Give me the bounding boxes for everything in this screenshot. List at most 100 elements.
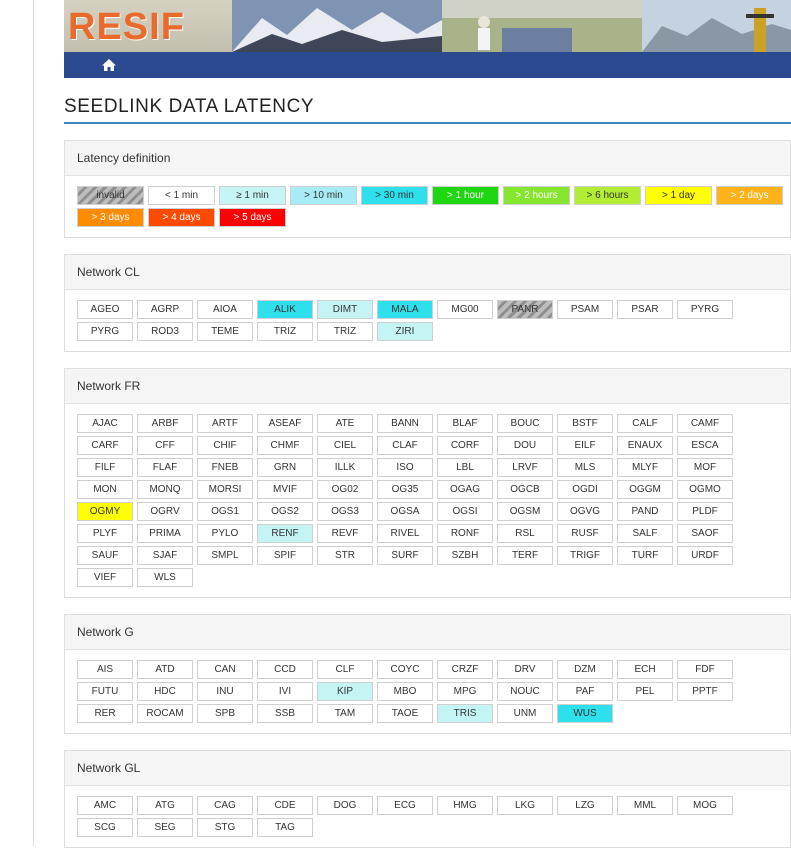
station-cell[interactable]: SPB <box>197 704 253 723</box>
station-cell[interactable]: TAG <box>257 818 313 837</box>
station-cell[interactable]: BANN <box>377 414 433 433</box>
station-cell[interactable]: OGSI <box>437 502 493 521</box>
station-cell[interactable]: SAOF <box>677 524 733 543</box>
station-cell[interactable]: ATD <box>137 660 193 679</box>
home-icon[interactable] <box>100 56 118 74</box>
station-cell[interactable]: LRVF <box>497 458 553 477</box>
station-cell[interactable]: SCG <box>77 818 133 837</box>
station-cell[interactable]: ROCAM <box>137 704 193 723</box>
station-cell[interactable]: AJAC <box>77 414 133 433</box>
station-cell[interactable]: OGS1 <box>197 502 253 521</box>
station-cell[interactable]: FNEB <box>197 458 253 477</box>
station-cell[interactable]: REVF <box>317 524 373 543</box>
station-cell[interactable]: RSL <box>497 524 553 543</box>
station-cell[interactable]: SZBH <box>437 546 493 565</box>
station-cell[interactable]: PAND <box>617 502 673 521</box>
station-cell[interactable]: RENF <box>257 524 313 543</box>
station-cell[interactable]: TEME <box>197 322 253 341</box>
station-cell[interactable]: EILF <box>557 436 613 455</box>
station-cell[interactable]: CHIF <box>197 436 253 455</box>
station-cell[interactable]: CLAF <box>377 436 433 455</box>
station-cell[interactable]: ARBF <box>137 414 193 433</box>
station-cell[interactable]: UNM <box>497 704 553 723</box>
station-cell[interactable]: PRIMA <box>137 524 193 543</box>
station-cell[interactable]: OGMO <box>677 480 733 499</box>
station-cell[interactable]: DOU <box>497 436 553 455</box>
station-cell[interactable]: RER <box>77 704 133 723</box>
station-cell[interactable]: AGEO <box>77 300 133 319</box>
station-cell[interactable]: COYC <box>377 660 433 679</box>
station-cell[interactable]: INU <box>197 682 253 701</box>
station-cell[interactable]: CDE <box>257 796 313 815</box>
station-cell[interactable]: CAG <box>197 796 253 815</box>
station-cell[interactable]: BOUC <box>497 414 553 433</box>
station-cell[interactable]: ATE <box>317 414 373 433</box>
station-cell[interactable]: ASEAF <box>257 414 313 433</box>
station-cell[interactable]: OGDI <box>557 480 613 499</box>
station-cell[interactable]: FUTU <box>77 682 133 701</box>
station-cell[interactable]: SEG <box>137 818 193 837</box>
station-cell[interactable]: TERF <box>497 546 553 565</box>
station-cell[interactable]: STG <box>197 818 253 837</box>
station-cell[interactable]: HMG <box>437 796 493 815</box>
station-cell[interactable]: FILF <box>77 458 133 477</box>
resif-logo[interactable]: RESIF <box>68 6 185 49</box>
station-cell[interactable]: RUSF <box>557 524 613 543</box>
station-cell[interactable]: CCD <box>257 660 313 679</box>
station-cell[interactable]: OG35 <box>377 480 433 499</box>
station-cell[interactable]: PAF <box>557 682 613 701</box>
station-cell[interactable]: CAMF <box>677 414 733 433</box>
station-cell[interactable]: KIP <box>317 682 373 701</box>
station-cell[interactable]: MONQ <box>137 480 193 499</box>
station-cell[interactable]: LZG <box>557 796 613 815</box>
station-cell[interactable]: AMC <box>77 796 133 815</box>
station-cell[interactable]: OG02 <box>317 480 373 499</box>
station-cell[interactable]: DIMT <box>317 300 373 319</box>
station-cell[interactable]: CLF <box>317 660 373 679</box>
station-cell[interactable]: TURF <box>617 546 673 565</box>
station-cell[interactable]: ENAUX <box>617 436 673 455</box>
station-cell[interactable]: PLYF <box>77 524 133 543</box>
station-cell[interactable]: AIOA <box>197 300 253 319</box>
station-cell[interactable]: OGAG <box>437 480 493 499</box>
station-cell[interactable]: TRIZ <box>317 322 373 341</box>
station-cell[interactable]: DRV <box>497 660 553 679</box>
station-cell[interactable]: OGS3 <box>317 502 373 521</box>
station-cell[interactable]: MLS <box>557 458 613 477</box>
station-cell[interactable]: CAN <box>197 660 253 679</box>
station-cell[interactable]: ZIRI <box>377 322 433 341</box>
station-cell[interactable]: GRN <box>257 458 313 477</box>
station-cell[interactable]: SJAF <box>137 546 193 565</box>
station-cell[interactable]: SAUF <box>77 546 133 565</box>
station-cell[interactable]: OGRV <box>137 502 193 521</box>
station-cell[interactable]: CALF <box>617 414 673 433</box>
station-cell[interactable]: LBL <box>437 458 493 477</box>
station-cell[interactable]: OGCB <box>497 480 553 499</box>
station-cell[interactable]: MPG <box>437 682 493 701</box>
station-cell[interactable]: ROD3 <box>137 322 193 341</box>
station-cell[interactable]: TRIS <box>437 704 493 723</box>
station-cell[interactable]: CHMF <box>257 436 313 455</box>
station-cell[interactable]: CORF <box>437 436 493 455</box>
station-cell[interactable]: BLAF <box>437 414 493 433</box>
station-cell[interactable]: PYLO <box>197 524 253 543</box>
station-cell[interactable]: BSTF <box>557 414 613 433</box>
station-cell[interactable]: ESCA <box>677 436 733 455</box>
station-cell[interactable]: SSB <box>257 704 313 723</box>
station-cell[interactable]: SMPL <box>197 546 253 565</box>
station-cell[interactable]: PSAR <box>617 300 673 319</box>
station-cell[interactable]: MG00 <box>437 300 493 319</box>
station-cell[interactable]: OGSM <box>497 502 553 521</box>
station-cell[interactable]: MOG <box>677 796 733 815</box>
station-cell[interactable]: OGSA <box>377 502 433 521</box>
station-cell[interactable]: SURF <box>377 546 433 565</box>
station-cell[interactable]: TAM <box>317 704 373 723</box>
station-cell[interactable]: MORSI <box>197 480 253 499</box>
station-cell[interactable]: PEL <box>617 682 673 701</box>
station-cell[interactable]: WUS <box>557 704 613 723</box>
station-cell[interactable]: SALF <box>617 524 673 543</box>
station-cell[interactable]: WLS <box>137 568 193 587</box>
station-cell[interactable]: FLAF <box>137 458 193 477</box>
station-cell[interactable]: ALIK <box>257 300 313 319</box>
station-cell[interactable]: OGGM <box>617 480 673 499</box>
